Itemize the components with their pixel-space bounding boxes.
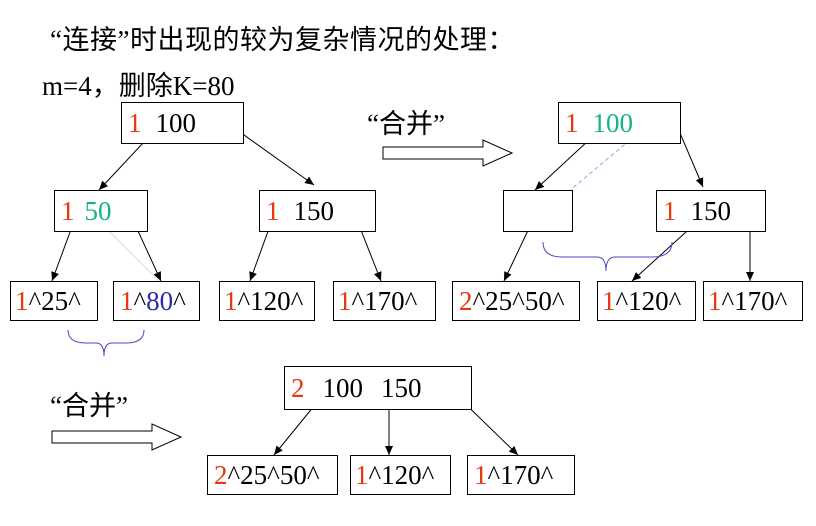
merge-arrow-2 (51, 423, 183, 451)
t2-root-count: 1 (565, 107, 579, 138)
t2-leaf3-count: 1 (708, 285, 722, 316)
t2-left-node-empty (503, 190, 573, 232)
t2-leaf3-keys: ^170^ (721, 285, 788, 316)
t3-root-node: 2 100 150 (284, 366, 472, 410)
t2-leaf1-keys: ^25^50^ (472, 285, 565, 316)
t1-leaf-1: 1 ^25^ (10, 281, 98, 321)
t2-root-node: 1 100 (558, 102, 681, 144)
t1-leaf3-count: 1 (224, 285, 238, 316)
t3-leaf2-keys: ^120^ (368, 459, 435, 490)
t1-leaf4-keys: ^170^ (351, 285, 418, 316)
t1-leaf-2: 1 ^ 80 ^ (113, 281, 200, 321)
t2-root-key: 100 (592, 107, 634, 138)
merge-label-1: “合并” (367, 109, 445, 139)
t1-leaf2-count: 1 (120, 285, 134, 316)
t2-leaf1-count: 2 (459, 285, 473, 316)
t3-leaf1-keys: ^25^50^ (227, 459, 320, 490)
t1-left-key: 50 (84, 195, 112, 226)
t1-leaf-4: 1 ^170^ (333, 281, 436, 321)
t2-leaf-2: 1 ^120^ (597, 281, 696, 321)
t1-leaf2-caret: ^ (133, 285, 147, 316)
t3-leaf-2: 1 ^120^ (350, 455, 451, 495)
t1-leaf3-keys: ^120^ (237, 285, 304, 316)
t1-leaf2-deleted-key: 80 (146, 285, 174, 316)
merge-arrow-1 (382, 139, 514, 167)
t1-left-count: 1 (61, 195, 75, 226)
t1-left-node: 1 50 (54, 190, 148, 232)
t3-leaf-3: 1 ^170^ (467, 455, 575, 495)
t2-leaf-1: 2 ^25^50^ (452, 281, 580, 321)
t2-right-node: 1 150 (656, 190, 766, 232)
t3-root-count: 2 (291, 372, 305, 403)
t2-leaf2-keys: ^120^ (615, 285, 682, 316)
merge-label-2: “合并” (50, 391, 128, 421)
t3-leaf1-count: 2 (214, 459, 228, 490)
t3-root-key-1: 100 (322, 372, 364, 403)
t2-right-key: 150 (690, 195, 732, 226)
t3-leaf-1: 2 ^25^50^ (207, 455, 338, 495)
brace-t1 (67, 329, 145, 357)
t2-leaf-3: 1 ^170^ (703, 281, 803, 321)
t1-leaf1-count: 1 (15, 285, 29, 316)
t1-right-node: 1 150 (259, 190, 376, 232)
t1-right-count: 1 (266, 195, 280, 226)
t1-leaf1-keys: ^25^ (28, 285, 81, 316)
t1-root-count: 1 (128, 107, 142, 138)
t3-leaf3-count: 1 (474, 459, 488, 490)
t1-root-key: 100 (155, 107, 197, 138)
t1-root-node: 1 100 (121, 102, 244, 144)
t3-leaf3-keys: ^170^ (487, 459, 554, 490)
t2-leaf2-count: 1 (602, 285, 616, 316)
brace-t2 (542, 241, 673, 272)
heading: “连接”时出现的较为复杂情况的处理： (50, 25, 515, 55)
t1-leaf-3: 1 ^120^ (219, 281, 315, 321)
t3-root-key-2: 150 (381, 372, 422, 403)
t3-leaf2-count: 1 (355, 459, 369, 490)
condition-text: m=4，删除K=80 (42, 71, 235, 101)
t1-leaf2-tail: ^ (173, 285, 186, 316)
t2-right-count: 1 (663, 195, 677, 226)
t1-leaf4-count: 1 (338, 285, 352, 316)
t1-right-key: 150 (293, 195, 335, 226)
